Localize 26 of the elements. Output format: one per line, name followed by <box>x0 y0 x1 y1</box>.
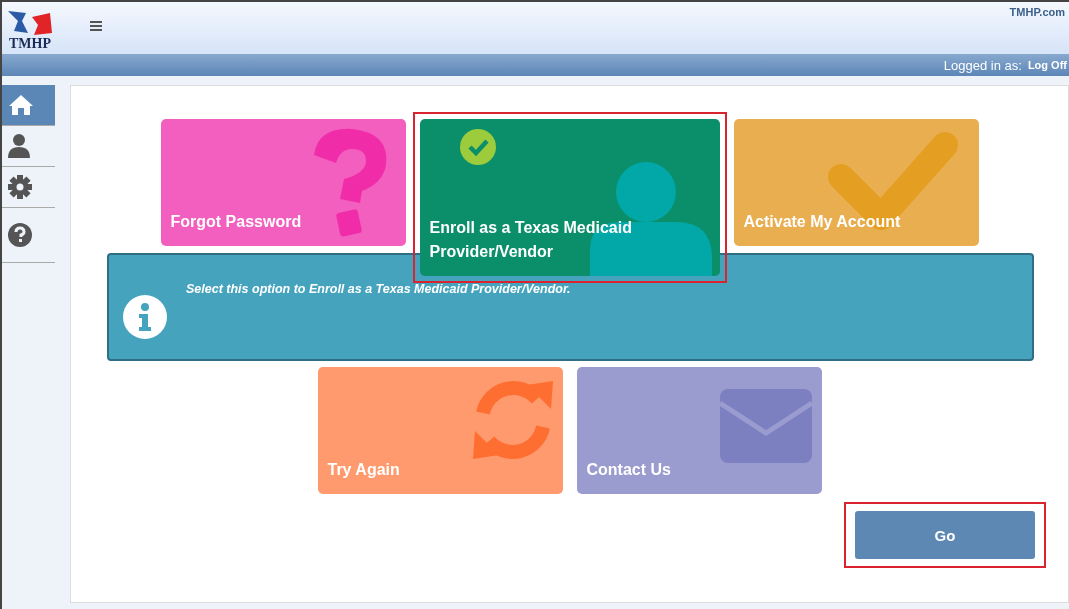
tile-label: Contact Us <box>586 460 672 480</box>
logo-text: TMHP <box>9 37 51 51</box>
flag-logo-icon <box>6 9 54 37</box>
menu-icon[interactable] <box>90 21 102 31</box>
option-tile[interactable]: Try Again <box>317 367 563 494</box>
option-tile[interactable]: Activate My Account <box>733 119 979 246</box>
go-button[interactable]: Go <box>855 511 1035 559</box>
gear-icon <box>8 175 32 199</box>
help-icon <box>8 223 32 247</box>
check-circle-icon <box>459 129 496 165</box>
option-tile[interactable]: Contact Us <box>576 367 822 494</box>
tile-label: Try Again <box>327 460 401 480</box>
envelope-icon <box>719 389 812 463</box>
tile-label: Forgot Password <box>170 212 303 232</box>
logged-in-label: Logged in as: <box>943 57 1022 73</box>
tile-label: Enroll as a Texas Medicaid Provider/Vendor <box>429 218 633 262</box>
log-off-link[interactable]: Log Off <box>1027 59 1067 71</box>
tile-label: Activate My Account <box>743 212 902 232</box>
site-link[interactable]: TMHP.com <box>1009 6 1065 18</box>
info-text: Select this option to Enroll as a Texas Medicaid Provider/Vendor. <box>186 282 571 296</box>
home-icon <box>8 94 34 116</box>
option-tile[interactable]: Enroll as a Texas Medicaid Provider/Vendor <box>419 119 720 276</box>
sidebar-item[interactable] <box>2 85 55 126</box>
user-icon <box>8 134 30 158</box>
info-icon <box>123 295 167 339</box>
option-tile[interactable]: Forgot Password <box>160 119 406 246</box>
